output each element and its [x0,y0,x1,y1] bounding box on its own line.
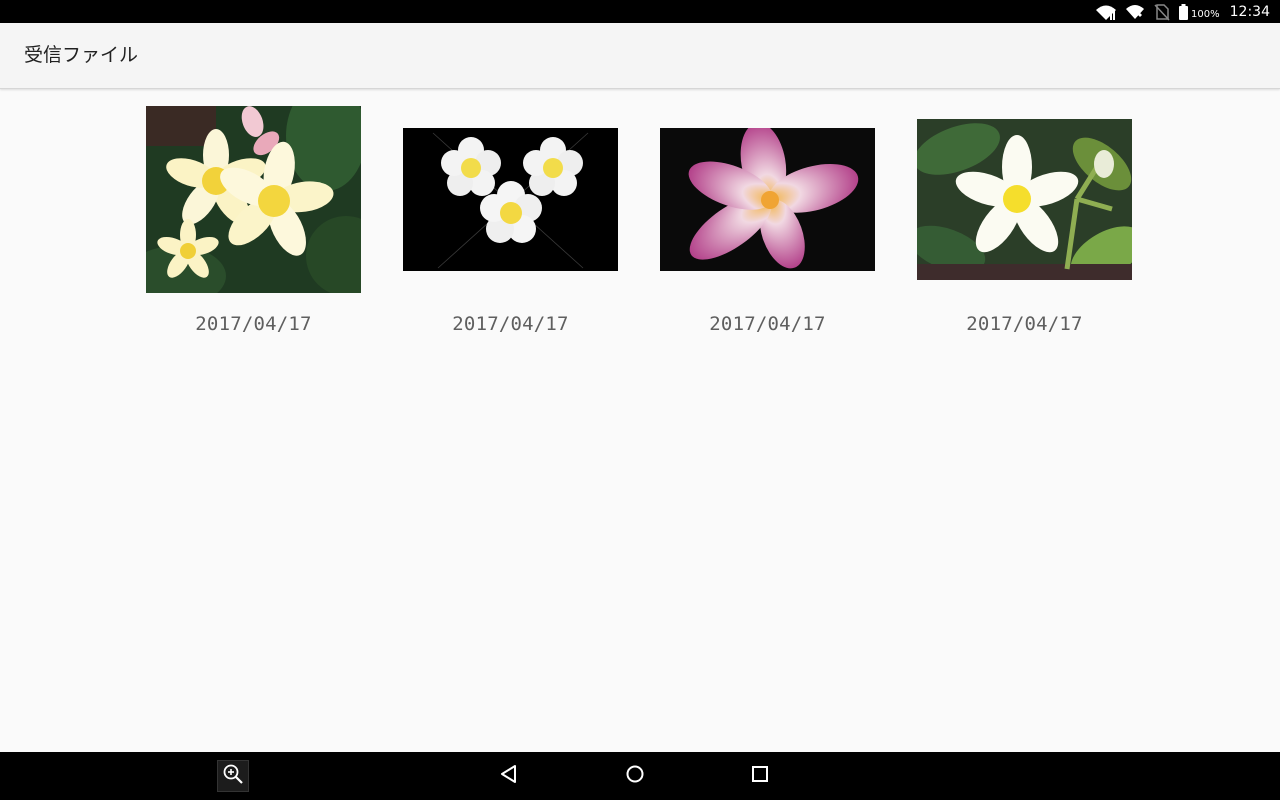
app-bar: 受信ファイル [0,23,1280,89]
back-icon [499,764,519,788]
file-date: 2017/04/17 [966,313,1083,335]
file-date: 2017/04/17 [195,313,312,335]
status-bar: 100% 12:34 [0,0,1280,23]
back-button[interactable] [485,752,533,800]
home-icon [625,764,645,788]
no-sim-icon [1153,3,1171,21]
battery-icon [1179,3,1189,20]
file-tile[interactable]: 2017/04/17 [660,106,875,335]
zoom-button[interactable] [217,760,249,792]
pink-plumeria-thumbnail [660,128,875,271]
clock: 12:34 [1229,3,1270,20]
status-icons: 100% 12:34 [1095,0,1270,23]
file-grid: 2017/04/17 2017/04/17 2017/04/17 2017/04… [146,106,1132,335]
page-title: 受信ファイル [24,44,139,66]
home-button[interactable] [611,752,659,800]
file-tile[interactable]: 2017/04/17 [403,106,618,335]
file-tile[interactable]: 2017/04/17 [917,106,1132,335]
recents-button[interactable] [736,752,784,800]
white-plumeria-thumbnail [403,128,618,271]
battery-percent: 100% [1191,8,1220,20]
file-date: 2017/04/17 [452,313,569,335]
plumeria-leaves-thumbnail [917,119,1132,280]
navigation-bar [0,752,1280,800]
file-tile[interactable]: 2017/04/17 [146,106,361,335]
recents-icon [751,765,769,787]
signal-icon [1095,3,1117,21]
wifi-icon [1125,3,1145,21]
file-date: 2017/04/17 [709,313,826,335]
zoom-in-icon [222,763,244,789]
yellow-plumeria-thumbnail [146,106,361,293]
